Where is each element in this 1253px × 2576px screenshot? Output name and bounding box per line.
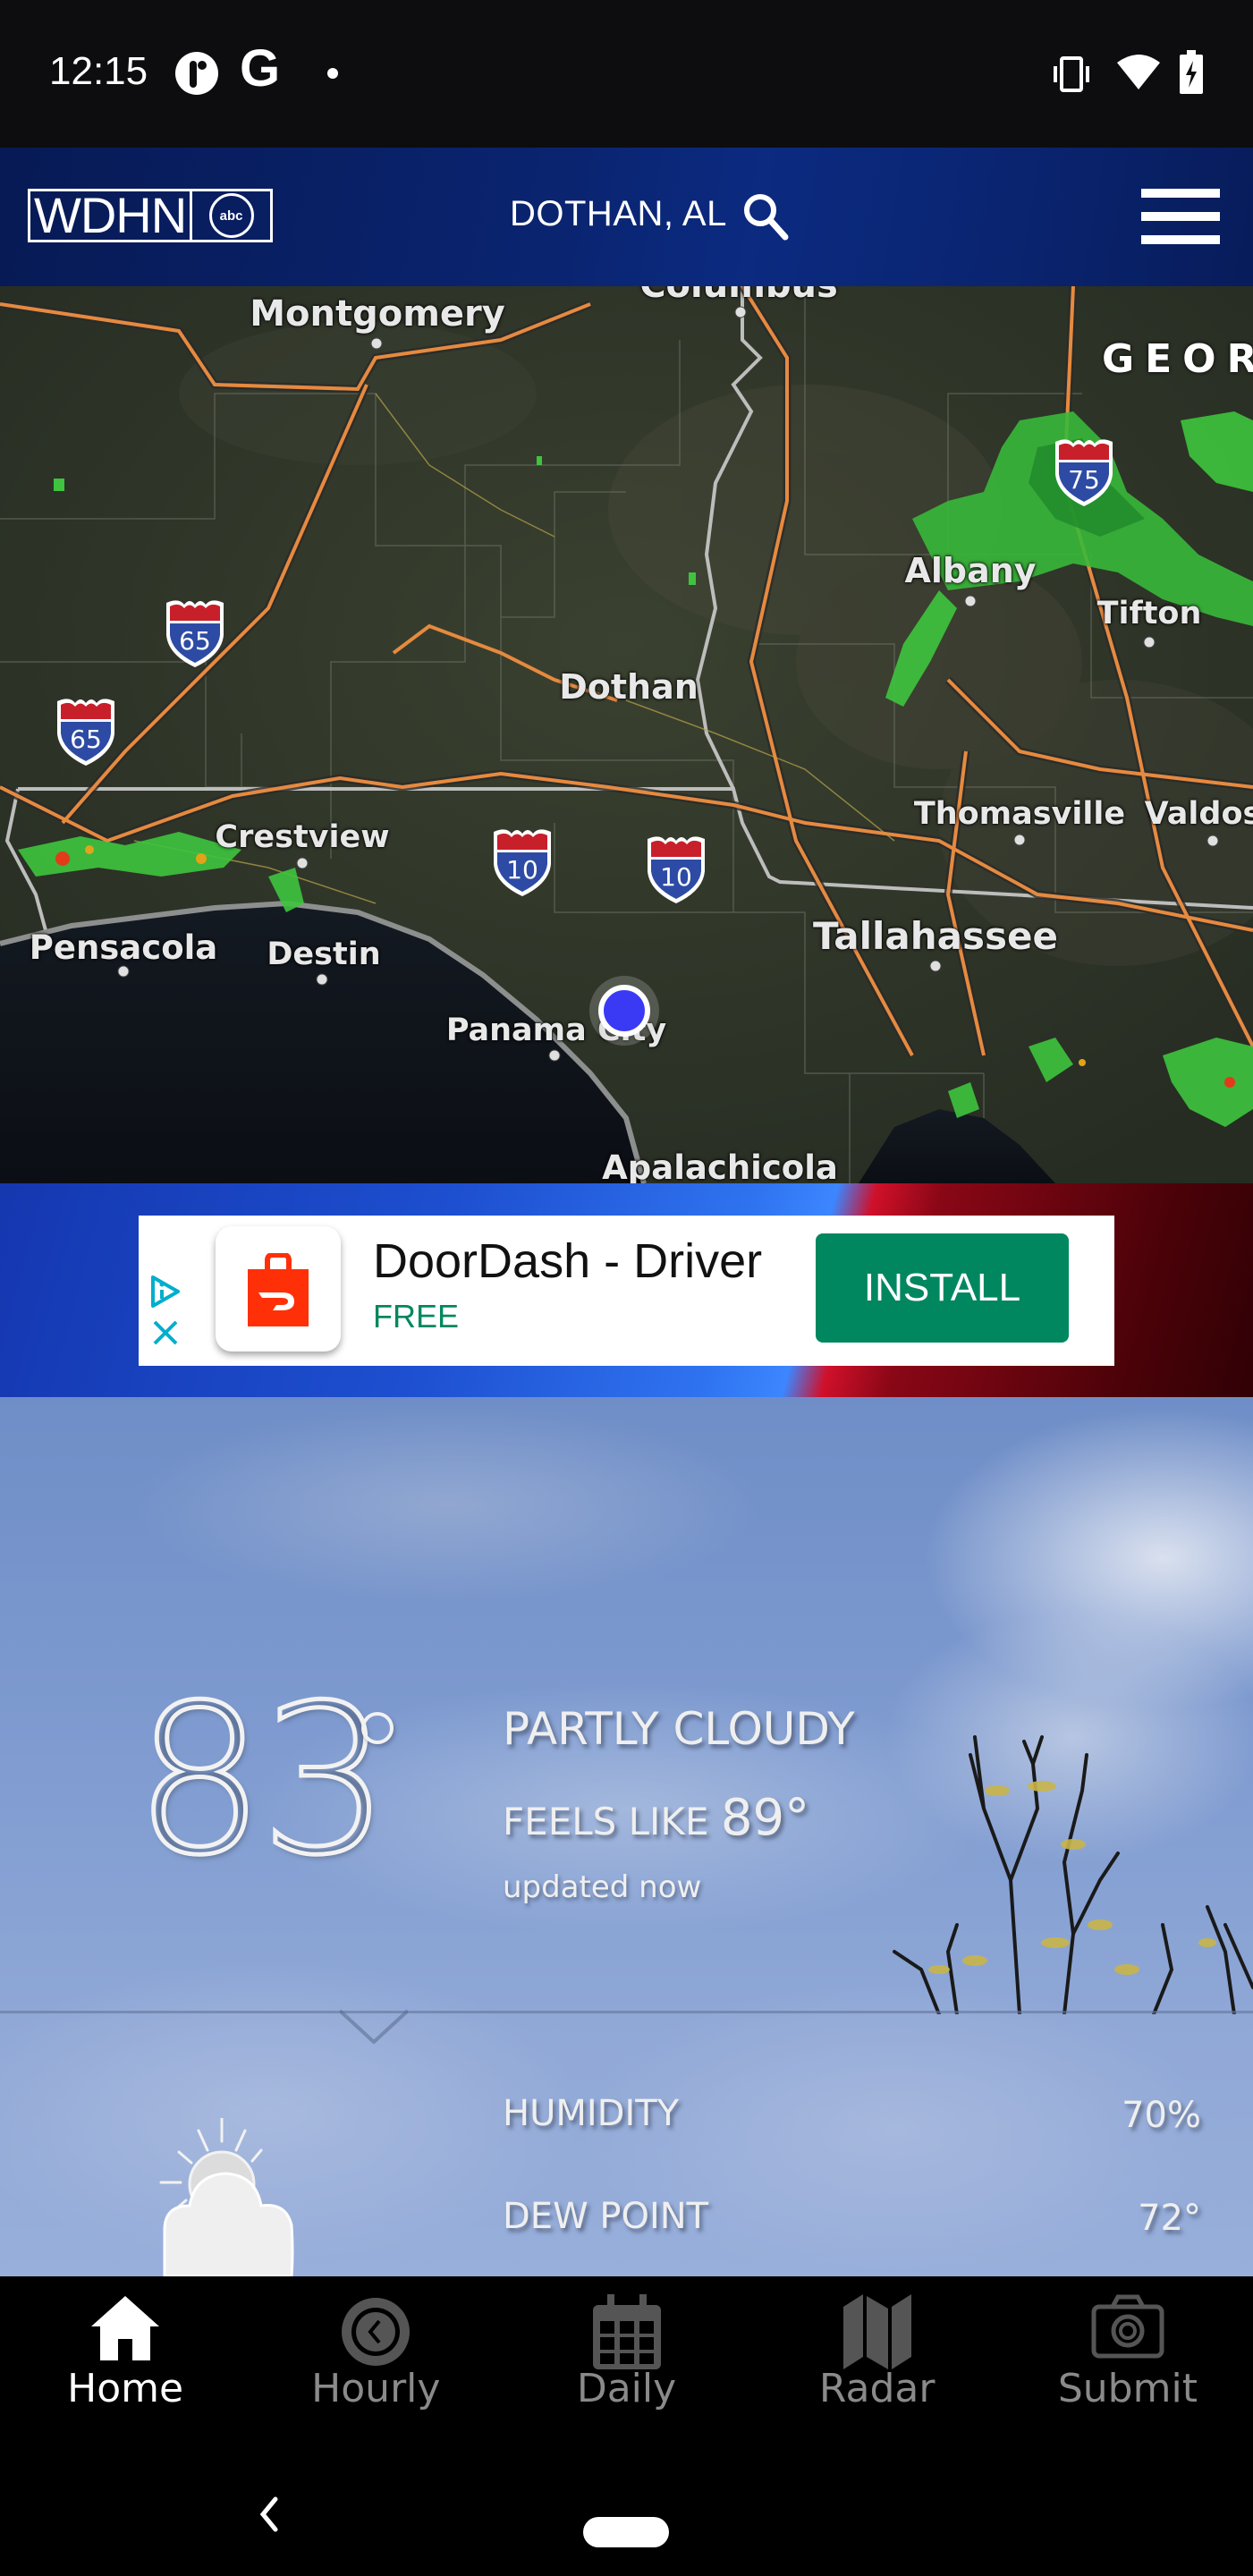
status-bar: 12:15 G — [0, 0, 1253, 148]
home-gesture-pill[interactable] — [583, 2517, 669, 2547]
city-label: Destin — [267, 936, 381, 972]
interstate-number: 75 — [1068, 465, 1100, 495]
ad-choices-icon[interactable] — [148, 1274, 183, 1309]
ad-close-icon[interactable] — [149, 1317, 182, 1349]
app-header: WDHN abc DOTHAN, AL — [0, 148, 1253, 286]
city-label: Tifton — [1096, 596, 1202, 631]
city-label: Tallahassee — [813, 914, 1058, 958]
nav-home[interactable]: Home — [0, 2276, 250, 2442]
interstate-number: 65 — [70, 724, 102, 754]
system-navigation-bar — [0, 2442, 1253, 2576]
humidity-label: HUMIDITY — [503, 2093, 680, 2134]
battery-charging-icon — [1180, 50, 1203, 94]
condition-text: PARTLY CLOUDY — [503, 1703, 855, 1755]
state-label: GEORG — [1102, 336, 1253, 382]
city-label: Crestview — [215, 819, 390, 855]
wifi-icon — [1117, 55, 1160, 89]
nav-radar[interactable]: Radar — [752, 2276, 1003, 2442]
install-button[interactable]: INSTALL — [816, 1233, 1069, 1343]
city-label: Albany — [904, 551, 1037, 590]
interstate-shield: 65 — [163, 599, 227, 669]
clock-icon — [342, 2298, 411, 2366]
station-logo[interactable]: WDHN abc — [28, 189, 273, 242]
map-icon — [842, 2294, 911, 2369]
camera-icon — [1091, 2294, 1164, 2359]
feels-like-value: 89° — [720, 1789, 810, 1847]
current-temperature: 83 — [132, 1662, 394, 1901]
dew-point-value: 72° — [1138, 2198, 1201, 2239]
calendar-icon — [592, 2294, 661, 2369]
panel-notch — [340, 2009, 408, 2044]
partly-cloudy-icon — [159, 2118, 294, 2276]
interstate-shield: 65 — [54, 698, 118, 767]
current-conditions: 83 PARTLY CLOUDY FEELS LIKE 89° updated … — [0, 1397, 1253, 2276]
p-notification-icon — [175, 52, 218, 95]
city-label: Thomasville — [913, 796, 1126, 832]
city-label: Montgomery — [250, 293, 505, 335]
map-canvas — [0, 286, 1253, 1183]
abc-circle: abc — [208, 193, 254, 238]
city-label: Apalachicola — [602, 1148, 838, 1183]
tree-branches-image — [893, 1735, 1253, 2014]
interstate-number: 10 — [660, 862, 692, 892]
humidity-value: 70% — [1122, 2095, 1201, 2136]
interstate-shield: 75 — [1052, 438, 1116, 508]
degree-symbol — [361, 1712, 394, 1744]
feels-like: FEELS LIKE 89° — [503, 1789, 809, 1847]
city-label: Pensacola — [29, 928, 218, 967]
bottom-navigation: Home Hourly Daily Radar Submit — [0, 2276, 1253, 2442]
feels-like-label: FEELS LIKE — [503, 1800, 709, 1843]
dot-icon — [327, 68, 338, 79]
radar-map[interactable]: GEORG Montgomery Columbus Albany Tifton … — [0, 286, 1253, 1183]
status-time: 12:15 — [49, 49, 148, 93]
ad-price: FREE — [373, 1298, 460, 1335]
doordash-app-icon[interactable] — [216, 1226, 341, 1352]
nav-label: Radar — [818, 2366, 936, 2411]
interstate-number: 65 — [179, 626, 211, 656]
google-icon: G — [240, 39, 281, 97]
nav-hourly[interactable]: Hourly — [250, 2276, 501, 2442]
abc-logo: abc — [192, 191, 270, 240]
ad-card[interactable]: DoorDash - Driver FREE INSTALL — [139, 1216, 1114, 1366]
city-label: Dothan — [559, 667, 698, 707]
back-icon[interactable] — [256, 2496, 283, 2533]
location-label[interactable]: DOTHAN, AL — [510, 194, 727, 234]
interstate-shield: 10 — [644, 835, 708, 905]
nav-label: Home — [67, 2366, 184, 2411]
dew-point-label: DEW POINT — [503, 2196, 709, 2237]
interstate-number: 10 — [506, 855, 538, 885]
city-label: Valdos — [1144, 796, 1253, 832]
nav-label: Submit — [1057, 2366, 1198, 2411]
updated-text: updated now — [503, 1869, 702, 1905]
vibrate-icon — [1054, 56, 1089, 92]
nav-submit[interactable]: Submit — [1003, 2276, 1253, 2442]
city-label: Columbus — [639, 286, 838, 306]
nav-label: Hourly — [311, 2366, 441, 2411]
home-icon — [91, 2296, 160, 2360]
nav-daily[interactable]: Daily — [501, 2276, 751, 2442]
search-icon[interactable] — [741, 191, 791, 241]
nav-label: Daily — [576, 2366, 677, 2411]
ad-banner[interactable]: DoorDash - Driver FREE INSTALL — [0, 1183, 1253, 1397]
hamburger-menu-icon[interactable] — [1141, 189, 1220, 244]
shopping-bag-icon — [248, 1253, 309, 1326]
logo-text: WDHN — [30, 191, 193, 241]
ad-app-name: DoorDash - Driver — [373, 1234, 763, 1288]
current-location-marker[interactable] — [598, 985, 650, 1037]
interstate-shield: 10 — [490, 828, 555, 898]
